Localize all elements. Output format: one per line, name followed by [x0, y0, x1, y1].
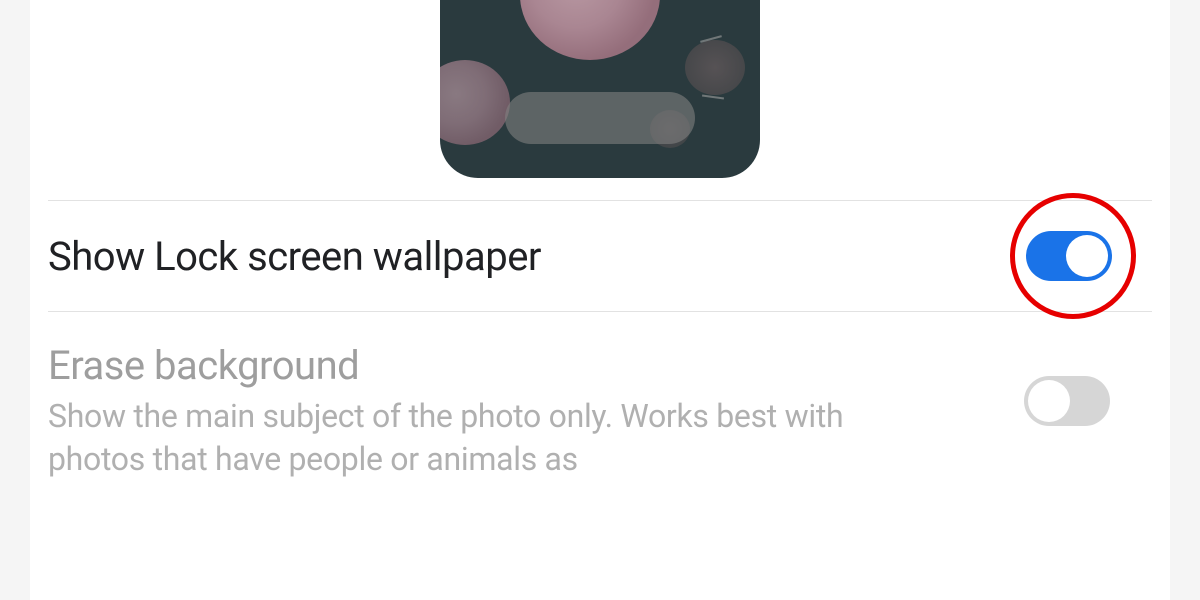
lock-screen-preview[interactable]	[440, 0, 760, 178]
settings-card: Show Lock screen wallpaper Erase backgro…	[30, 0, 1170, 600]
erase-background-row: Erase background Show the main subject o…	[30, 312, 1170, 481]
erase-background-toggle[interactable]	[1024, 376, 1110, 426]
show-lock-screen-wallpaper-label: Show Lock screen wallpaper	[48, 233, 541, 280]
wallpaper-flower-decoration	[440, 60, 510, 145]
wallpaper-dragonfly-decoration	[702, 94, 724, 99]
wallpaper-flower-decoration	[520, 0, 660, 60]
wallpaper-preview-section	[30, 0, 1170, 200]
show-lock-screen-wallpaper-row[interactable]: Show Lock screen wallpaper	[30, 201, 1170, 311]
wallpaper-flower-decoration	[685, 40, 745, 95]
page-background: Show Lock screen wallpaper Erase backgro…	[0, 0, 1200, 600]
toggle-knob	[1028, 380, 1070, 422]
erase-background-description: Show the main subject of the photo only.…	[48, 395, 848, 481]
toggle-knob	[1066, 235, 1108, 277]
search-pill-placeholder	[505, 92, 695, 144]
erase-background-text: Erase background Show the main subject o…	[48, 342, 848, 481]
erase-background-label: Erase background	[48, 342, 848, 389]
show-lock-screen-wallpaper-toggle[interactable]	[1026, 231, 1112, 281]
